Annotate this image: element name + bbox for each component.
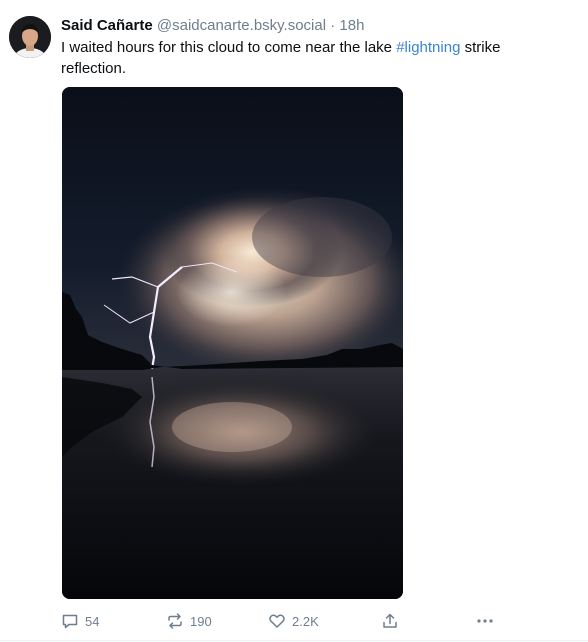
like-count: 2.2K bbox=[292, 613, 319, 629]
divider bbox=[0, 640, 588, 641]
share-button[interactable] bbox=[381, 610, 399, 632]
repost-button[interactable]: 190 bbox=[166, 610, 212, 632]
reply-count: 54 bbox=[85, 613, 100, 629]
repost-count: 190 bbox=[190, 613, 212, 629]
share-icon bbox=[383, 613, 397, 628]
like-icon bbox=[269, 614, 285, 628]
post-card[interactable]: Said Cañarte @saidcanarte.bsky.social · … bbox=[0, 0, 588, 642]
repost-icon bbox=[168, 613, 182, 629]
post-image[interactable] bbox=[62, 87, 403, 599]
author-name[interactable]: Said Cañarte bbox=[61, 17, 153, 34]
separator-dot: · bbox=[330, 17, 336, 34]
post-text-start: I waited hours for this cloud to come ne… bbox=[61, 39, 397, 56]
post-text: I waited hours for this cloud to come ne… bbox=[61, 38, 561, 79]
avatar[interactable] bbox=[9, 16, 51, 58]
reply-icon bbox=[62, 614, 78, 629]
more-options-button[interactable] bbox=[475, 610, 495, 632]
author-handle[interactable]: @saidcanarte.bsky.social bbox=[157, 17, 326, 34]
more-icon bbox=[477, 619, 493, 623]
reply-button[interactable]: 54 bbox=[61, 610, 99, 632]
hashtag-link[interactable]: #lightning bbox=[396, 39, 460, 56]
post-actions: 54 190 2.2K bbox=[0, 608, 588, 634]
post-timestamp[interactable]: 18h bbox=[339, 17, 364, 34]
post-header: Said Cañarte @saidcanarte.bsky.social · … bbox=[61, 16, 364, 35]
like-button[interactable]: 2.2K bbox=[268, 610, 319, 632]
